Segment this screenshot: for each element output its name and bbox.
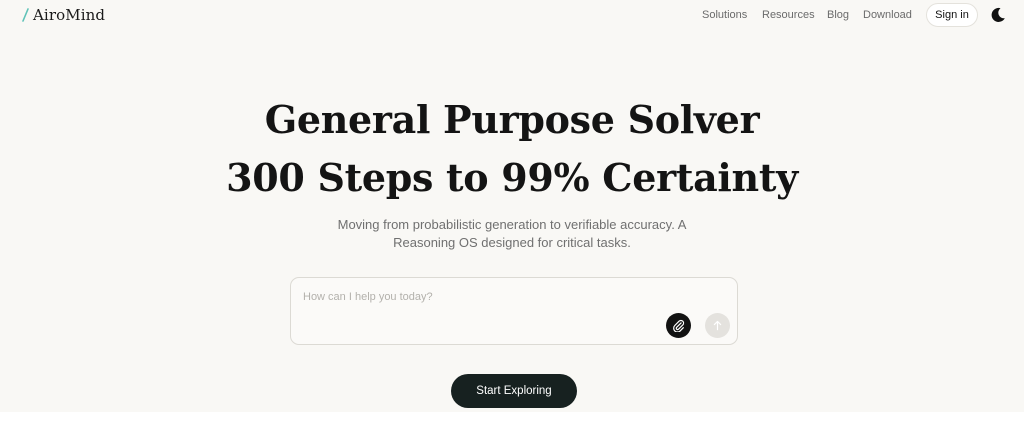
page-bottom-band: [0, 412, 1024, 421]
hero-title-line-2: 300 Steps to 99% Certainty: [226, 155, 798, 200]
attach-button[interactable]: [666, 313, 691, 338]
logo[interactable]: AiroMind: [22, 6, 105, 24]
sign-in-button[interactable]: Sign in: [926, 3, 978, 27]
logo-mark-icon: [22, 8, 29, 22]
nav-download[interactable]: Download: [863, 9, 912, 21]
prompt-box: [290, 277, 738, 345]
hero-subtitle: Moving from probabilistic generation to …: [337, 217, 687, 250]
top-header: AiroMind Solutions Resources Blog Downlo…: [0, 0, 1024, 30]
nav-blog[interactable]: Blog: [827, 9, 849, 21]
prompt-input[interactable]: [303, 288, 663, 306]
logo-text: AiroMind: [33, 6, 106, 24]
start-exploring-button[interactable]: Start Exploring: [451, 374, 577, 408]
send-button[interactable]: [705, 313, 730, 338]
hero-title-line-1: General Purpose Solver: [264, 97, 760, 142]
arrow-up-icon: [713, 320, 722, 331]
moon-icon[interactable]: [989, 6, 1007, 24]
paperclip-icon: [673, 319, 685, 332]
nav-solutions[interactable]: Solutions: [702, 9, 747, 21]
nav-resources[interactable]: Resources: [762, 9, 815, 21]
